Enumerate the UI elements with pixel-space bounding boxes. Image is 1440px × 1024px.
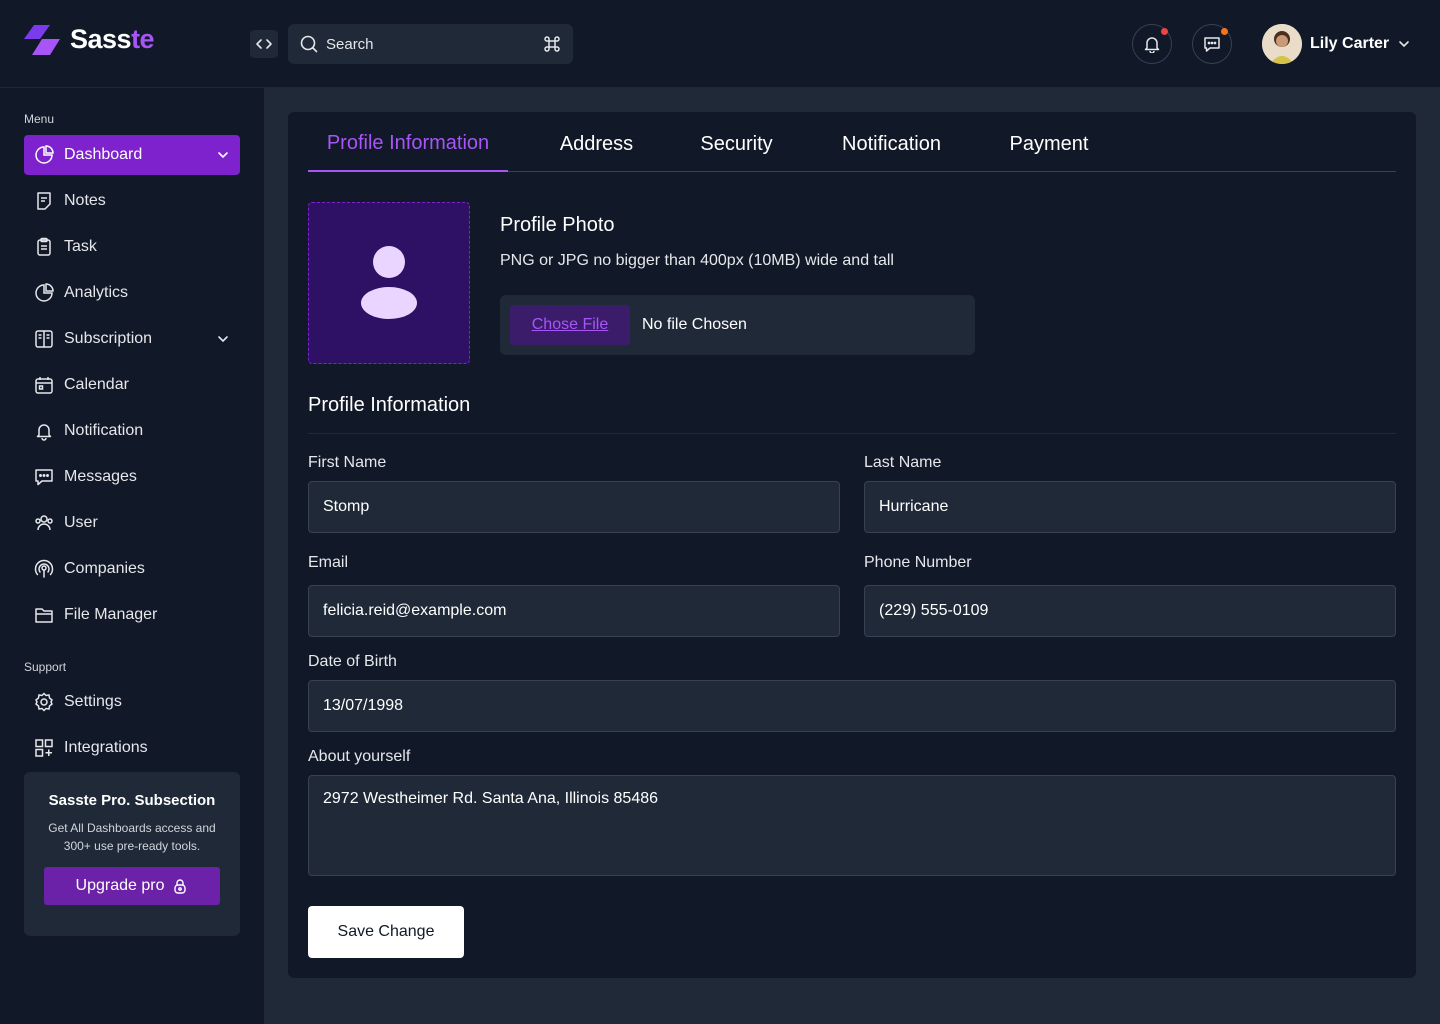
profile-photo-title: Profile Photo	[500, 214, 615, 236]
sidebar-toggle-button[interactable]	[250, 30, 278, 58]
sidebar-item-label: Calendar	[64, 376, 129, 393]
sidebar-item-label: Companies	[64, 560, 145, 577]
sidebar-item-settings[interactable]: Settings	[24, 682, 240, 722]
last-name-field[interactable]: Hurricane	[864, 481, 1396, 533]
sidebar-item-label: Dashboard	[64, 146, 143, 163]
sidebar-item-label: Integrations	[64, 739, 148, 756]
sidebar-item-label: User	[64, 514, 98, 531]
sidebar-item-dashboard[interactable]: Dashboard	[24, 135, 240, 175]
brand-logo[interactable]: Sasste	[24, 24, 155, 55]
profile-photo-hint: PNG or JPG no bigger than 400px (10MB) w…	[500, 252, 894, 269]
sidebar-item-label: File Manager	[64, 606, 158, 623]
avatar	[1262, 24, 1302, 64]
sidebar-item-label: Subscription	[64, 330, 153, 347]
tab-security[interactable]: Security	[684, 116, 789, 172]
menu-section-label: Menu	[24, 112, 55, 126]
clipboard-icon	[37, 237, 51, 256]
messages-button[interactable]	[1192, 24, 1232, 64]
file-upload-field: Chose File No file Chosen	[500, 295, 975, 355]
sidebar-item-notification[interactable]: Notification	[24, 411, 240, 451]
save-change-button[interactable]: Save Change	[308, 906, 464, 958]
sidebar-item-integrations[interactable]: Integrations	[24, 728, 240, 768]
top-header: Sasste Search Lily Carter	[0, 0, 1440, 88]
sidebar-item-label: Settings	[64, 693, 122, 710]
email-label: Email	[308, 554, 349, 571]
calendar-icon	[35, 377, 53, 394]
divider	[308, 433, 1396, 434]
brand-name: Sasste	[70, 24, 155, 54]
note-icon	[37, 192, 51, 210]
users-icon	[35, 515, 53, 531]
folder-icon	[35, 608, 53, 623]
first-name-field[interactable]: Stomp	[308, 481, 840, 533]
upgrade-button-label: Upgrade pro	[75, 877, 165, 894]
code-arrows-icon	[256, 39, 272, 49]
email-field[interactable]: felicia.reid@example.com	[308, 585, 840, 637]
pie-chart-icon	[35, 145, 54, 164]
gear-icon	[35, 692, 53, 712]
upgrade-pro-button[interactable]: Upgrade pro	[44, 867, 220, 905]
sidebar-item-notes[interactable]: Notes	[24, 181, 240, 221]
file-status: No file Chosen	[642, 316, 747, 333]
sidebar-item-user[interactable]: User	[24, 503, 240, 543]
broadcast-icon	[34, 559, 54, 578]
sidebar-item-label: Messages	[64, 468, 137, 485]
command-key-icon	[544, 36, 560, 52]
notification-badge	[1161, 28, 1168, 35]
user-name: Lily Carter	[1310, 35, 1390, 52]
layout-icon	[35, 330, 53, 348]
tab-profile-information[interactable]: Profile Information	[308, 116, 508, 172]
lock-icon	[174, 879, 187, 894]
phone-label: Phone Number	[864, 554, 972, 571]
support-section-label: Support	[24, 660, 67, 674]
search-icon	[300, 35, 318, 53]
promo-title: Sasste Pro. Subsection	[48, 792, 216, 809]
phone-field[interactable]: (229) 555-0109	[864, 585, 1396, 637]
chevron-down-icon	[218, 336, 228, 343]
chevron-down-icon	[1399, 41, 1409, 48]
user-menu[interactable]: Lily Carter	[1262, 24, 1411, 64]
promo-description: Get All Dashboards access and 300+ use p…	[48, 821, 216, 853]
dob-label: Date of Birth	[308, 653, 397, 670]
sidebar-item-companies[interactable]: Companies	[24, 549, 240, 589]
settings-tabs: Profile Information Address Security Not…	[308, 116, 1396, 172]
notifications-button[interactable]	[1132, 24, 1172, 64]
sidebar-item-task[interactable]: Task	[24, 227, 240, 267]
sidebar-item-label: Analytics	[64, 284, 129, 301]
message-icon	[35, 469, 53, 486]
sidebar-item-subscription[interactable]: Subscription	[24, 319, 240, 359]
search-placeholder: Search	[326, 35, 374, 53]
about-label: About yourself	[308, 748, 411, 765]
sidebar-item-label: Notes	[64, 192, 106, 209]
chat-icon	[1204, 37, 1220, 52]
sidebar-item-label: Notification	[64, 422, 144, 439]
logo-icon	[24, 24, 60, 55]
sidebar-item-label: Task	[64, 238, 97, 255]
pie-chart-icon	[35, 283, 54, 302]
tab-notification[interactable]: Notification	[824, 116, 959, 172]
upgrade-promo-card: Sasste Pro. Subsection Get All Dashboard…	[24, 772, 240, 936]
first-name-label: First Name	[308, 454, 387, 471]
bell-icon	[36, 424, 52, 441]
form-section-title: Profile Information	[308, 394, 471, 416]
sidebar-item-calendar[interactable]: Calendar	[24, 365, 240, 405]
search-input[interactable]: Search	[288, 24, 573, 64]
bell-icon	[1144, 37, 1160, 53]
tab-payment[interactable]: Payment	[994, 116, 1104, 172]
dob-field[interactable]: 13/07/1998	[308, 680, 1396, 732]
message-badge	[1221, 28, 1228, 35]
about-textarea[interactable]: 2972 Westheimer Rd. Santa Ana, Illinois …	[308, 775, 1396, 876]
sidebar: Menu Dashboard Notes Task Analytics Subs…	[0, 88, 264, 1024]
sidebar-item-file-manager[interactable]: File Manager	[24, 595, 240, 635]
grid-plus-icon	[35, 739, 53, 757]
profile-photo-preview[interactable]	[308, 202, 470, 364]
chevron-down-icon	[218, 152, 228, 159]
choose-file-button[interactable]: Chose File	[510, 305, 630, 345]
sidebar-item-messages[interactable]: Messages	[24, 457, 240, 497]
last-name-label: Last Name	[864, 454, 942, 471]
user-placeholder-icon	[361, 246, 417, 319]
tab-address[interactable]: Address	[544, 116, 649, 172]
sidebar-item-analytics[interactable]: Analytics	[24, 273, 240, 313]
